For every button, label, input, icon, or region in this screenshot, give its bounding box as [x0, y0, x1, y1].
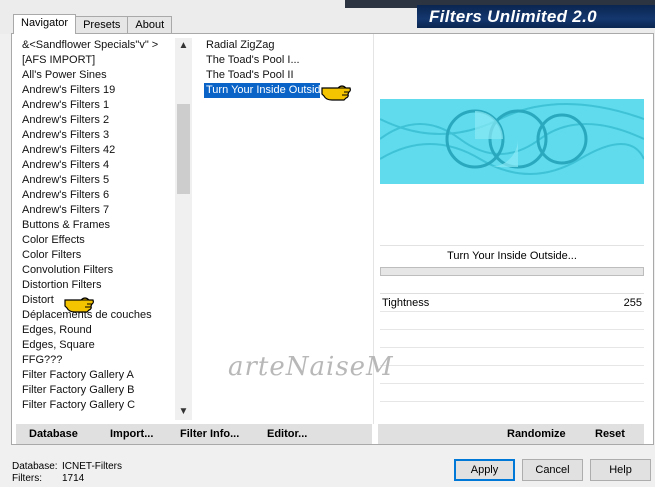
category-item[interactable]: &<Sandflower Specials"v" >: [22, 38, 180, 53]
category-item-distort[interactable]: Distort: [22, 293, 180, 308]
scroll-up-icon[interactable]: ▲: [175, 38, 192, 54]
param-divider: [380, 383, 644, 384]
tab-bar: Navigator Presets About: [13, 14, 173, 34]
category-list[interactable]: &<Sandflower Specials"v" > [AFS IMPORT] …: [22, 38, 180, 413]
category-item[interactable]: Filter Factory Gallery C: [22, 398, 180, 413]
randomize-button[interactable]: Randomize: [507, 425, 566, 443]
status-filters-label: Filters:: [12, 473, 42, 484]
category-item[interactable]: Andrew's Filters 5: [22, 173, 180, 188]
category-item[interactable]: Edges, Square: [22, 338, 180, 353]
tab-navigator[interactable]: Navigator: [13, 14, 77, 34]
category-item[interactable]: Andrew's Filters 1: [22, 98, 180, 113]
selected-filter-name: Turn Your Inside Outside...: [380, 245, 644, 266]
filter-preview: [380, 99, 644, 184]
app-title-banner: Filters Unlimited 2.0: [417, 5, 655, 28]
editor-button[interactable]: Editor...: [267, 425, 307, 443]
param-divider: [380, 401, 644, 402]
filter-item-selected[interactable]: Turn Your Inside Outside...: [204, 83, 336, 98]
help-button[interactable]: Help: [590, 459, 651, 481]
category-item[interactable]: Andrew's Filters 7: [22, 203, 180, 218]
status-database-label: Database:: [12, 461, 58, 472]
param-divider: [380, 365, 644, 366]
param-value: 255: [623, 297, 642, 309]
category-item[interactable]: Color Effects: [22, 233, 180, 248]
scrollbar-thumb[interactable]: [177, 104, 190, 194]
database-button[interactable]: Database: [29, 425, 78, 443]
category-item[interactable]: Andrew's Filters 3: [22, 128, 180, 143]
category-item[interactable]: Andrew's Filters 6: [22, 188, 180, 203]
category-item[interactable]: Distortion Filters: [22, 278, 180, 293]
status-info: Database: ICNET-Filters Filters: 1714: [12, 461, 122, 485]
category-item[interactable]: Andrew's Filters 4: [22, 158, 180, 173]
pointing-hand-icon: [321, 85, 351, 101]
control-slider[interactable]: [380, 267, 644, 276]
reset-button[interactable]: Reset: [595, 425, 625, 443]
category-item[interactable]: Filter Factory Gallery B: [22, 383, 180, 398]
scroll-down-icon[interactable]: ▼: [175, 404, 192, 420]
apply-button[interactable]: Apply: [454, 459, 515, 481]
filter-item[interactable]: Radial ZigZag: [206, 38, 371, 53]
param-divider: [380, 329, 644, 330]
filter-info-button[interactable]: Filter Info...: [180, 425, 239, 443]
category-item[interactable]: [AFS IMPORT]: [22, 53, 180, 68]
category-scrollbar[interactable]: ▲ ▼: [175, 38, 192, 420]
category-item[interactable]: Convolution Filters: [22, 263, 180, 278]
status-filters-value: 1714: [62, 473, 85, 484]
param-label: Tightness: [382, 297, 430, 309]
tab-about[interactable]: About: [127, 16, 173, 34]
category-item[interactable]: Andrew's Filters 19: [22, 83, 180, 98]
category-item[interactable]: Déplacements de couches: [22, 308, 180, 323]
import-button[interactable]: Import...: [110, 425, 153, 443]
status-database-value: ICNET-Filters: [62, 461, 122, 472]
tab-presets[interactable]: Presets: [75, 16, 129, 34]
category-item[interactable]: FFG???: [22, 353, 180, 368]
cancel-button[interactable]: Cancel: [522, 459, 583, 481]
param-divider: [380, 311, 644, 312]
watermark-signature: arteNaiseM: [228, 352, 394, 382]
param-tightness[interactable]: Tightness 255: [380, 293, 644, 312]
pointing-hand-icon: [64, 297, 94, 313]
category-item[interactable]: Filter Factory Gallery A: [22, 368, 180, 383]
filter-item[interactable]: The Toad's Pool I...: [206, 53, 371, 68]
param-divider: [380, 347, 644, 348]
category-item[interactable]: Andrew's Filters 2: [22, 113, 180, 128]
category-item[interactable]: Color Filters: [22, 248, 180, 263]
category-item[interactable]: All's Power Sines: [22, 68, 180, 83]
category-item[interactable]: Buttons & Frames: [22, 218, 180, 233]
category-item[interactable]: Andrew's Filters 42: [22, 143, 180, 158]
category-item[interactable]: Edges, Round: [22, 323, 180, 338]
